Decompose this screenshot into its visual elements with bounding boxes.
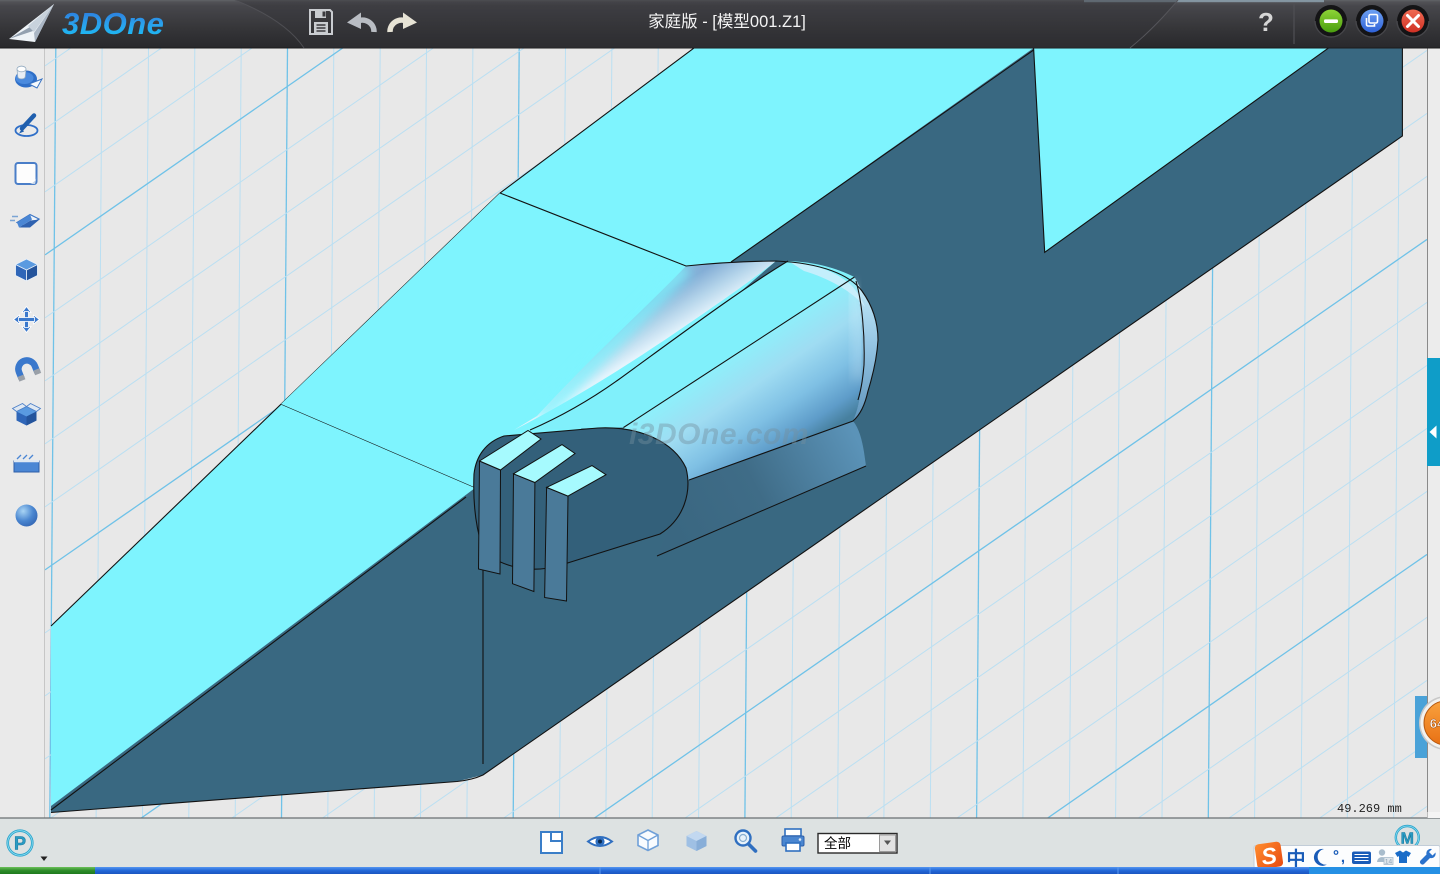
svg-text:?: ? [1258,7,1274,37]
svg-text:64: 64 [1430,716,1440,731]
svg-text:,: , [1341,849,1345,866]
svg-text:49.269 mm: 49.269 mm [1337,802,1402,816]
svg-text:i3DOne.com: i3DOne.com [629,418,809,451]
svg-text:14: 14 [1385,859,1393,866]
svg-text:全部: 全部 [824,835,851,851]
svg-text:3DOne: 3DOne [62,6,164,41]
svg-text:P: P [14,834,26,854]
svg-text:中: 中 [1286,847,1305,870]
svg-text:M: M [1401,831,1414,848]
svg-text:家庭版 - [模型001.Z1]: 家庭版 - [模型001.Z1] [648,12,806,31]
